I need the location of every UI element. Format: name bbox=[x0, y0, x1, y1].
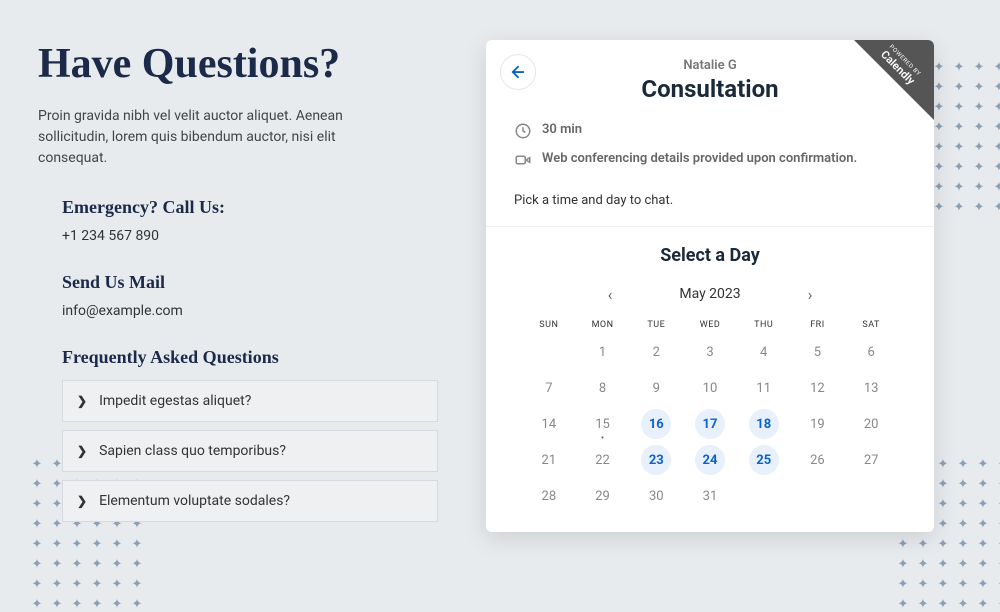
emergency-section: Emergency? Call Us: +1 234 567 890 bbox=[62, 197, 438, 244]
faq-item-label: Elementum voluptate sodales? bbox=[99, 493, 290, 509]
faq-item-label: Sapien class quo temporibus? bbox=[99, 443, 286, 459]
calendar-day: 14 bbox=[522, 408, 576, 440]
event-title: Consultation bbox=[510, 75, 910, 103]
chevron-right-icon: ❯ bbox=[77, 394, 87, 408]
select-day-heading: Select a Day bbox=[486, 245, 934, 266]
emergency-heading: Emergency? Call Us: bbox=[62, 197, 438, 218]
calendar-day: 1 bbox=[576, 336, 630, 368]
video-icon bbox=[514, 151, 532, 169]
page-subtitle: Proin gravida nibh vel velit auctor aliq… bbox=[38, 106, 408, 169]
calendar-day: 20 bbox=[844, 408, 898, 440]
chevron-right-icon: ❯ bbox=[77, 494, 87, 508]
calendar-day: 11 bbox=[737, 372, 791, 404]
mail-address[interactable]: info@example.com bbox=[62, 303, 438, 319]
location-text: Web conferencing details provided upon c… bbox=[542, 150, 857, 168]
faq-list: ❯ Impedit egestas aliquet? ❯ Sapien clas… bbox=[62, 380, 438, 522]
weekday-header: SUN MON TUE WED THU FRI SAT bbox=[486, 320, 934, 330]
calendar-day: 15• bbox=[576, 408, 630, 440]
clock-icon bbox=[514, 122, 532, 140]
event-description: Pick a time and day to chat. bbox=[510, 193, 910, 226]
calendar-day: 30 bbox=[629, 480, 683, 512]
today-indicator-icon: • bbox=[601, 433, 604, 444]
calendar-day: 22 bbox=[576, 444, 630, 476]
calendar-day: 13 bbox=[844, 372, 898, 404]
calendar-day bbox=[844, 480, 898, 512]
calendar-day: 9 bbox=[629, 372, 683, 404]
host-name: Natalie G bbox=[510, 58, 910, 73]
faq-item[interactable]: ❯ Elementum voluptate sodales? bbox=[62, 480, 438, 522]
faq-item[interactable]: ❯ Sapien class quo temporibus? bbox=[62, 430, 438, 472]
month-label: May 2023 bbox=[670, 286, 750, 302]
faq-item[interactable]: ❯ Impedit egestas aliquet? bbox=[62, 380, 438, 422]
calendar-day: 26 bbox=[791, 444, 845, 476]
calendar-day: 8 bbox=[576, 372, 630, 404]
calendar-day: 5 bbox=[791, 336, 845, 368]
calendar-day-available[interactable]: 17 bbox=[683, 408, 737, 440]
calendar-day: 2 bbox=[629, 336, 683, 368]
prev-month-button[interactable]: ‹ bbox=[598, 282, 622, 306]
calendar-day-available[interactable]: 16 bbox=[629, 408, 683, 440]
calendar-day: 3 bbox=[683, 336, 737, 368]
calendar-day: 19 bbox=[791, 408, 845, 440]
calendar-day-available[interactable]: 23 bbox=[629, 444, 683, 476]
calendly-widget: POWERED BY Calendly Natalie G Consultati… bbox=[486, 40, 934, 532]
page-title: Have Questions? bbox=[38, 40, 438, 88]
calendar-day: 6 bbox=[844, 336, 898, 368]
calendar-day: 29 bbox=[576, 480, 630, 512]
calendar-day-available[interactable]: 18 bbox=[737, 408, 791, 440]
calendar-day bbox=[791, 480, 845, 512]
duration-row: 30 min bbox=[514, 121, 906, 140]
duration-text: 30 min bbox=[542, 121, 582, 139]
faq-item-label: Impedit egestas aliquet? bbox=[99, 393, 251, 409]
back-button[interactable] bbox=[500, 54, 536, 90]
calendar-day: 4 bbox=[737, 336, 791, 368]
calendar-day: 7 bbox=[522, 372, 576, 404]
calendar-day: 10 bbox=[683, 372, 737, 404]
calendar-day: 21 bbox=[522, 444, 576, 476]
mail-section: Send Us Mail info@example.com bbox=[62, 272, 438, 319]
calendar-day-available[interactable]: 25 bbox=[737, 444, 791, 476]
next-month-button[interactable]: › bbox=[798, 282, 822, 306]
calendar-day bbox=[522, 336, 576, 368]
calendar-day: 31 bbox=[683, 480, 737, 512]
calendar-day: 27 bbox=[844, 444, 898, 476]
arrow-left-icon bbox=[509, 63, 527, 81]
chevron-right-icon: ❯ bbox=[77, 444, 87, 458]
divider bbox=[486, 226, 934, 227]
calendar-day bbox=[737, 480, 791, 512]
location-row: Web conferencing details provided upon c… bbox=[514, 150, 906, 169]
faq-heading: Frequently Asked Questions bbox=[62, 347, 438, 368]
mail-heading: Send Us Mail bbox=[62, 272, 438, 293]
calendar-day: 12 bbox=[791, 372, 845, 404]
emergency-phone[interactable]: +1 234 567 890 bbox=[62, 228, 438, 244]
calendar-day-available[interactable]: 24 bbox=[683, 444, 737, 476]
calendar-grid: 123456789101112131415•161718192021222324… bbox=[486, 336, 934, 532]
calendar-day: 28 bbox=[522, 480, 576, 512]
